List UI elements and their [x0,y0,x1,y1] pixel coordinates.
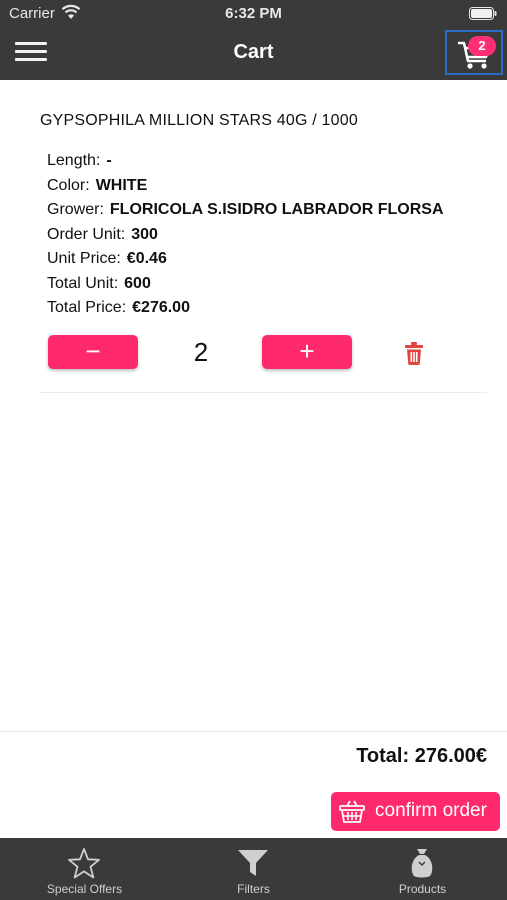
confirm-order-button[interactable]: confirm order [331,792,500,831]
product-title: GYPSOPHILA MILLION STARS 40G / 1000 [40,112,358,129]
tab-special-offers[interactable]: Special Offers [0,838,169,900]
detail-grower: Grower: FLORICOLA S.ISIDRO LABRADOR FLORS… [47,199,444,224]
tab-bar: Special Offers Filters Products [0,838,507,900]
detail-value: WHITE [95,176,148,194]
detail-value: €0.46 [126,250,167,267]
footer-divider [0,731,507,732]
cart-button[interactable]: 2 [445,30,503,75]
battery-icon [469,7,497,20]
tab-label: Filters [237,882,270,896]
tab-label: Special Offers [46,882,123,896]
page-title: Cart [233,41,274,63]
detail-label: Total Unit: [47,274,119,292]
tab-filters[interactable]: Filters [169,838,338,900]
products-bag-icon [411,849,433,878]
filter-icon [238,850,268,876]
confirm-order-label: confirm order [375,800,487,821]
detail-label: Color: [47,176,90,194]
detail-label: Order Unit: [47,225,126,243]
detail-value: FLORICOLA S.ISIDRO LABRADOR FLORSA [109,201,444,218]
tab-products[interactable]: Products [338,838,507,900]
detail-color: Color: WHITE [47,175,444,200]
item-divider [40,392,487,393]
quantity-value: 2 [193,337,209,367]
trash-icon[interactable] [403,341,425,365]
decrease-quantity-button[interactable]: − [48,335,138,369]
detail-value: 300 [131,225,158,243]
detail-label: Total Price: [47,299,127,316]
detail-length: Length: - [47,150,444,175]
detail-total-price: Total Price: €276.00 [47,297,444,322]
increase-quantity-button[interactable]: + [262,335,352,369]
basket-icon [339,800,365,823]
tab-label: Products [398,882,447,896]
clock: 6:32 PM [225,5,282,22]
detail-value: - [106,152,112,169]
detail-label: Grower: [47,201,104,218]
detail-value: 600 [124,274,151,292]
status-bar: Carrier 6:32 PM [0,0,507,28]
detail-value: €276.00 [132,299,190,316]
detail-order-unit: Order Unit: 300 [47,224,444,249]
detail-label: Unit Price: [47,250,121,267]
detail-total-unit: Total Unit: 600 [47,273,444,298]
detail-label: Length: [47,152,101,169]
navigation-bar: Cart 2 [0,28,507,80]
quantity-stepper: − 2 + [0,335,507,371]
cart-total: Total: 276.00€ [356,745,487,767]
detail-unit-price: Unit Price: €0.46 [47,248,444,273]
product-details: Length: - Color: WHITE Grower: FLORICOLA S.… [47,150,444,322]
star-icon [68,848,100,879]
cart-count-badge: 2 [468,36,496,56]
